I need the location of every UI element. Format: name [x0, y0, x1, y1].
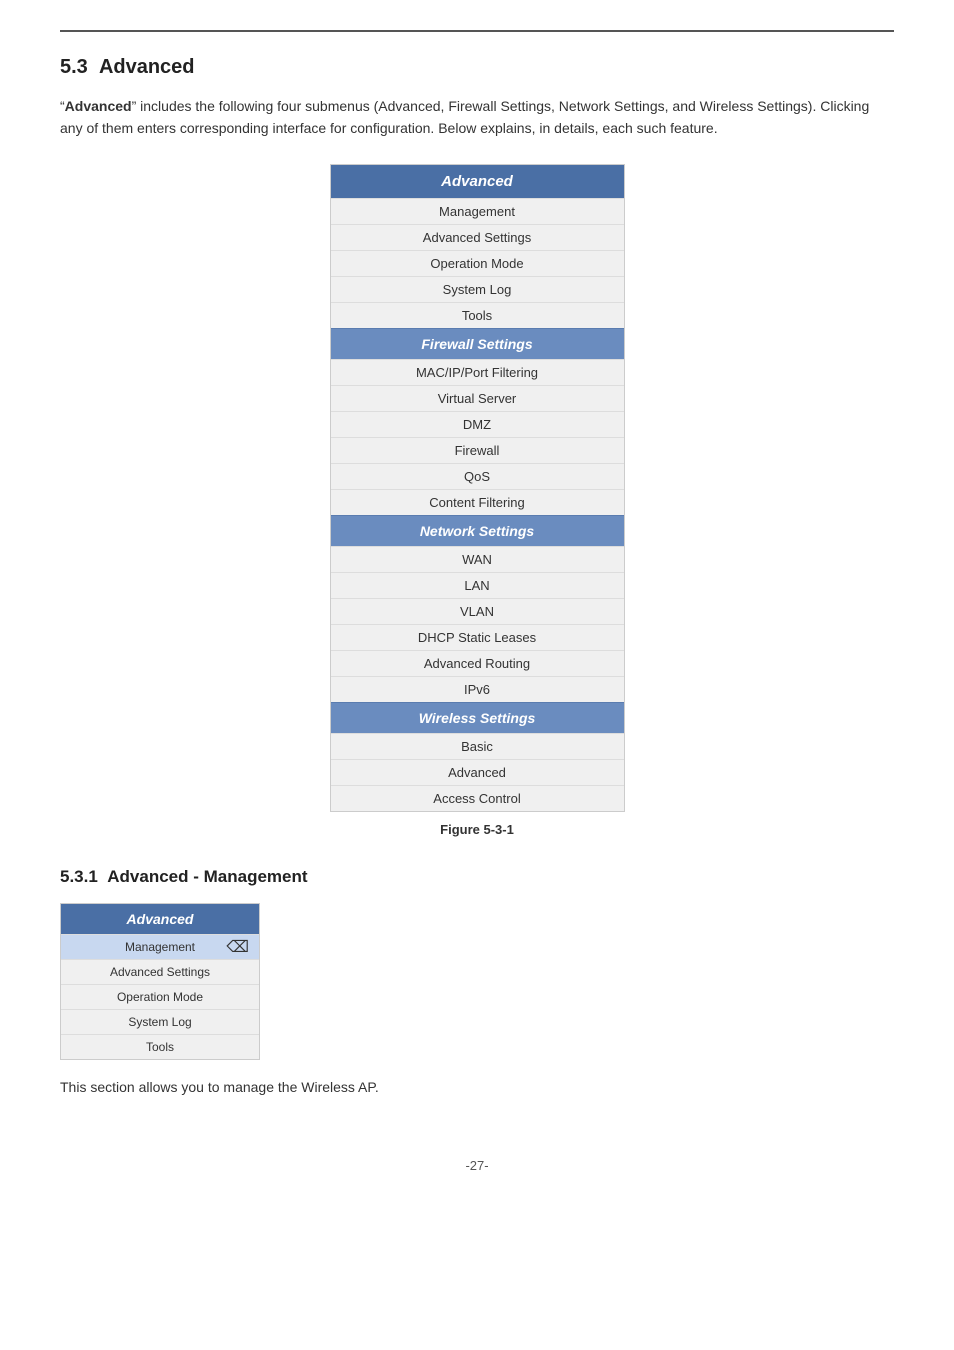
menu-item-qos[interactable]: QoS [331, 463, 624, 489]
menu-item-lan[interactable]: LAN [331, 572, 624, 598]
page-number: -27- [60, 1158, 894, 1173]
menu-item-firewall[interactable]: Firewall [331, 437, 624, 463]
small-menu-header: Advanced [61, 904, 259, 934]
main-menu-header: Advanced [331, 165, 624, 198]
menu-section-wireless: Wireless Settings [331, 702, 624, 733]
menu-item-basic[interactable]: Basic [331, 733, 624, 759]
menu-item-ipv6[interactable]: IPv6 [331, 676, 624, 702]
menu-item-content-filtering[interactable]: Content Filtering [331, 489, 624, 515]
menu-item-virtual-server[interactable]: Virtual Server [331, 385, 624, 411]
menu-section-firewall: Firewall Settings [331, 328, 624, 359]
menu-item-advanced-wireless[interactable]: Advanced [331, 759, 624, 785]
section-body: “Advanced” includes the following four s… [60, 95, 894, 140]
subsection-body: This section allows you to manage the Wi… [60, 1076, 894, 1098]
small-menu-container: Advanced Management ⌫ Advanced Settings … [60, 903, 260, 1060]
menu-item-access-control[interactable]: Access Control [331, 785, 624, 811]
top-divider [60, 30, 894, 32]
section-title: 5.3 Advanced [60, 56, 894, 79]
small-menu-item-advanced-settings[interactable]: Advanced Settings [61, 959, 259, 984]
menu-item-advanced-routing[interactable]: Advanced Routing [331, 650, 624, 676]
menu-item-dmz[interactable]: DMZ [331, 411, 624, 437]
menu-item-management[interactable]: Management [331, 198, 624, 224]
subsection-title: 5.3.1 Advanced - Management [60, 867, 894, 887]
menu-item-operation-mode[interactable]: Operation Mode [331, 250, 624, 276]
menu-item-advanced-settings[interactable]: Advanced Settings [331, 224, 624, 250]
small-menu-item-tools[interactable]: Tools [61, 1034, 259, 1059]
small-menu-item-system-log[interactable]: System Log [61, 1009, 259, 1034]
menu-item-mac-ip-port[interactable]: MAC/IP/Port Filtering [331, 359, 624, 385]
main-menu-container: Advanced Management Advanced Settings Op… [330, 164, 625, 812]
menu-item-vlan[interactable]: VLAN [331, 598, 624, 624]
menu-item-wan[interactable]: WAN [331, 546, 624, 572]
bold-advanced: Advanced [65, 98, 132, 114]
menu-item-system-log[interactable]: System Log [331, 276, 624, 302]
small-menu-item-management[interactable]: Management ⌫ [61, 934, 259, 959]
figure-caption: Figure 5-3-1 [60, 822, 894, 837]
menu-item-tools[interactable]: Tools [331, 302, 624, 328]
small-menu-item-operation-mode[interactable]: Operation Mode [61, 984, 259, 1009]
menu-item-dhcp-static-leases[interactable]: DHCP Static Leases [331, 624, 624, 650]
cursor-icon: ⌫ [226, 937, 249, 957]
menu-section-network: Network Settings [331, 515, 624, 546]
